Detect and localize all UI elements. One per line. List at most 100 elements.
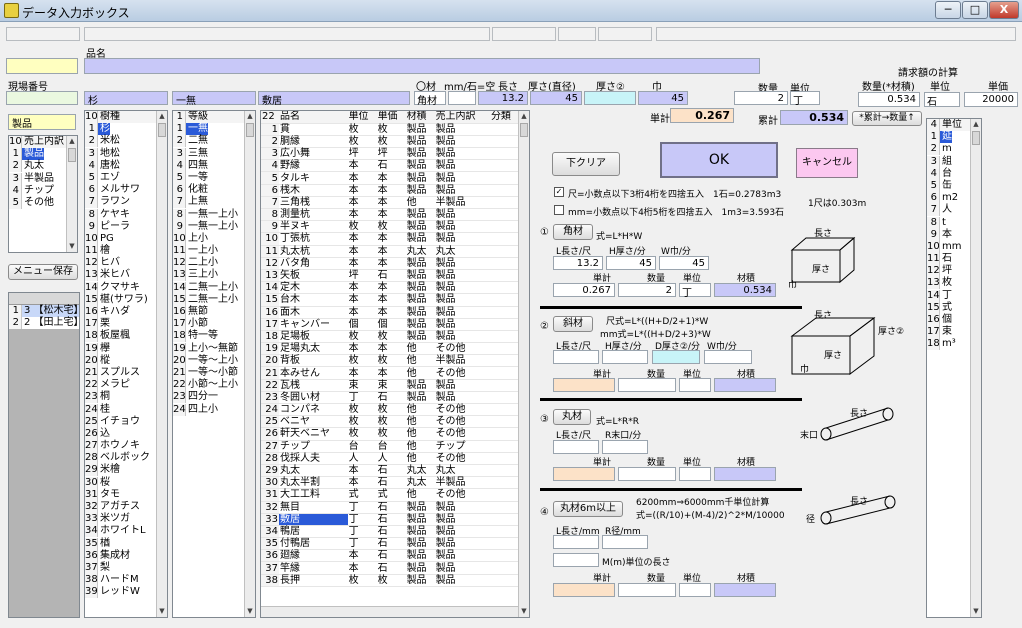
- s2-unit-field[interactable]: [679, 378, 711, 392]
- species-item[interactable]: 34 ホワイトL: [85, 525, 167, 538]
- s3-r-field[interactable]: [602, 440, 648, 454]
- grade-item[interactable]: 9 一無一上小: [173, 220, 255, 233]
- table-row[interactable]: 22 瓦桟束束製品 製品: [261, 379, 519, 392]
- s2-button[interactable]: 斜材: [553, 316, 593, 332]
- grade-item[interactable]: 6 化粧: [173, 184, 255, 197]
- grade-item[interactable]: 10 上小: [173, 232, 255, 245]
- s2-h-field[interactable]: [602, 350, 648, 364]
- table-row[interactable]: 4 野縁本石製品 製品: [261, 159, 519, 173]
- grade-item[interactable]: 22 小節〜上小: [173, 379, 255, 392]
- carry-to-qty-button[interactable]: *累計→数量↑: [852, 111, 922, 126]
- species-item[interactable]: 33 米ツガ: [85, 513, 167, 526]
- table-row[interactable]: 6 桟木本本製品 製品: [261, 184, 519, 197]
- table-row[interactable]: 38 長押枚枚製品 製品: [261, 574, 519, 587]
- menu-save-button[interactable]: メニュー保存: [8, 264, 78, 280]
- species-item[interactable]: 4 唐松: [85, 159, 167, 172]
- species-item[interactable]: 17 栗: [85, 318, 167, 331]
- species-item[interactable]: 39 レッドW: [85, 586, 167, 599]
- species-item[interactable]: 31 タモ: [85, 488, 167, 501]
- grade-item[interactable]: 3 三無: [173, 147, 255, 160]
- table-row[interactable]: 12 バタ角本本製品 製品: [261, 257, 519, 270]
- species-item[interactable]: 25 イチョウ: [85, 415, 167, 428]
- species-item[interactable]: 38 ハードM: [85, 574, 167, 587]
- grade-item[interactable]: 13 三上小: [173, 269, 255, 282]
- grade-item[interactable]: 20 一等〜上小: [173, 354, 255, 367]
- material-field[interactable]: 角材: [414, 91, 446, 107]
- s2-qty-field[interactable]: [618, 378, 676, 392]
- grade-field[interactable]: 一無: [172, 91, 256, 107]
- species-item[interactable]: 29 米檜: [85, 464, 167, 477]
- species-item[interactable]: 23 桐: [85, 391, 167, 404]
- table-row[interactable]: 19 足場丸太本本他その他: [261, 342, 519, 356]
- grade-item[interactable]: 1 一無: [173, 123, 255, 136]
- s4-r-field[interactable]: [602, 535, 648, 549]
- grade-item[interactable]: 12 二上小: [173, 257, 255, 270]
- grade-item[interactable]: 18 特一等: [173, 330, 255, 343]
- item-field[interactable]: 敷居: [258, 91, 410, 107]
- s4-qty-field[interactable]: [618, 583, 676, 597]
- s3-zai-field[interactable]: [714, 467, 776, 481]
- grade-item[interactable]: 5 一等: [173, 171, 255, 184]
- species-item[interactable]: 10 PG: [85, 232, 167, 245]
- species-item[interactable]: 36 集成材: [85, 549, 167, 562]
- species-item[interactable]: 3 地松: [85, 147, 167, 160]
- table-row[interactable]: 5 タルキ本本製品 製品: [261, 171, 519, 185]
- grade-item[interactable]: 8 一無一上小: [173, 208, 255, 221]
- grade-item[interactable]: 24 四上小: [173, 403, 255, 416]
- species-list[interactable]: 10 樹種 1 杉 2 米松 3 地松 4 唐松 5 エゾ 6 メルサワ 7 ラワン 8 ケヤキ 9 ピーラ 10 PG…: [84, 110, 168, 618]
- table-row[interactable]: 27 チップ台台他チップ: [261, 440, 519, 453]
- species-item[interactable]: 26 込: [85, 427, 167, 440]
- species-item[interactable]: 16 キハダ: [85, 306, 167, 318]
- unit-list[interactable]: 4 単位 1 延 2 m 3 組 4 台 5 缶 6 m2 7 人 8 t 9 本 10 mm 11 石 12 坪 13 枚 14 丁 1…: [926, 118, 982, 618]
- s3-qty-field[interactable]: [618, 467, 676, 481]
- s2-zai-field[interactable]: [714, 378, 776, 392]
- table-row[interactable]: 20 背板枚枚他半製品: [261, 354, 519, 368]
- species-item[interactable]: 12 ヒバ: [85, 257, 167, 270]
- site-row[interactable]: 22 【田上宅】: [9, 317, 84, 330]
- length-field[interactable]: 13.2: [478, 91, 528, 105]
- grade-item[interactable]: 17 小節: [173, 318, 255, 331]
- billing-unit-field[interactable]: 石: [924, 92, 960, 108]
- s1-unit-field[interactable]: 丁: [679, 283, 711, 299]
- table-row[interactable]: 34 鴨居丁石製品 製品: [261, 525, 519, 539]
- s4-zai-field[interactable]: [714, 583, 776, 597]
- s1-h-field[interactable]: 45: [606, 256, 656, 270]
- species-item[interactable]: 2 米松: [85, 135, 167, 148]
- table-row[interactable]: 7 三角桟本本他半製品: [261, 196, 519, 210]
- thickness-field[interactable]: 45: [530, 91, 582, 105]
- table-row[interactable]: 10 丁張杭本本製品 製品: [261, 232, 519, 246]
- s2-l-field[interactable]: [553, 350, 599, 364]
- table-row[interactable]: 28 伐採人夫人人他その他: [261, 452, 519, 465]
- s2-d-field[interactable]: [652, 350, 700, 364]
- table-row[interactable]: 9 半ヌキ枚枚製品 製品: [261, 220, 519, 234]
- species-item[interactable]: 20 樅: [85, 354, 167, 367]
- s1-qty-field[interactable]: 2: [618, 283, 676, 297]
- table-row[interactable]: 15 台木本本製品 製品: [261, 293, 519, 307]
- table-row[interactable]: 8 測量杭本本製品 製品: [261, 208, 519, 222]
- maximize-button[interactable]: □: [962, 1, 988, 19]
- grade-item[interactable]: 23 四分一: [173, 391, 255, 404]
- table-row[interactable]: 23 冬囲い材丁石製品 製品: [261, 391, 519, 405]
- thickness2-field[interactable]: [584, 91, 636, 105]
- table-row[interactable]: 36 廻縁本石製品 製品: [261, 549, 519, 563]
- unit-field[interactable]: 丁: [790, 91, 820, 107]
- clear-button[interactable]: 下クリア: [552, 152, 620, 176]
- option1-checkbox[interactable]: ✓: [554, 187, 564, 197]
- grade-item[interactable]: 7 上無: [173, 196, 255, 209]
- s1-button[interactable]: 角材: [553, 224, 593, 240]
- s2-w-field[interactable]: [704, 350, 752, 364]
- table-row[interactable]: 16 面木本本製品 製品: [261, 306, 519, 319]
- s1-w-field[interactable]: 45: [659, 256, 709, 270]
- s2-tanka-field[interactable]: [553, 378, 615, 392]
- site-row[interactable]: 13 【松木宅】: [9, 305, 84, 318]
- table-row[interactable]: 21 本みせん本本他その他: [261, 366, 519, 380]
- species-item[interactable]: 1杉: [85, 123, 167, 136]
- grade-item[interactable]: 16 無節: [173, 306, 255, 318]
- grade-item[interactable]: 21 一等〜小節: [173, 366, 255, 379]
- species-item[interactable]: 24 桂: [85, 403, 167, 416]
- s1-tanka-field[interactable]: 0.267: [553, 283, 615, 297]
- species-item[interactable]: 14 クマサキ: [85, 281, 167, 294]
- grade-item[interactable]: 2 二無: [173, 135, 255, 148]
- species-item[interactable]: 11 檜: [85, 245, 167, 258]
- s4-l-field[interactable]: [553, 535, 599, 549]
